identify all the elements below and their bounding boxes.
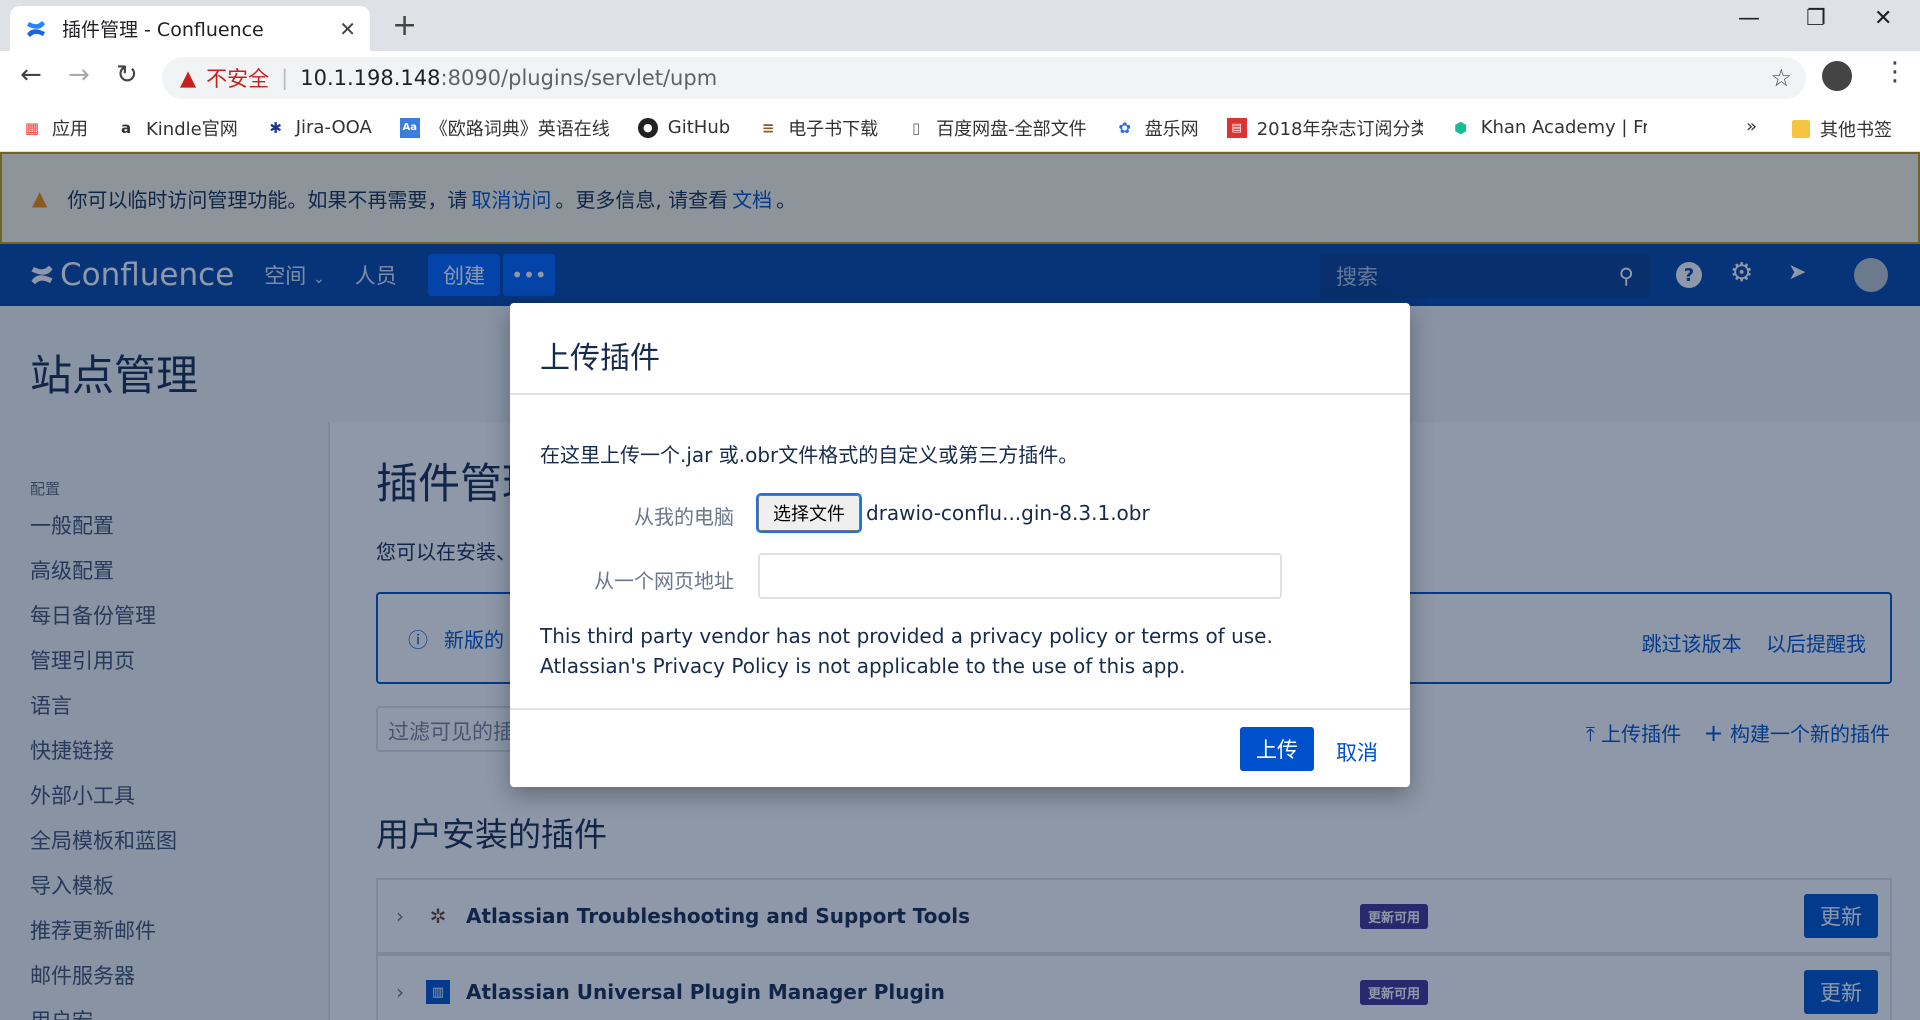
upload-plugin-dialog: 上传插件 在这里上传一个.jar 或.obr文件格式的自定义或第三方插件。 从我…	[510, 303, 1410, 787]
bookmark-kindle[interactable]: a Kindle官网	[116, 115, 238, 141]
bookmark-baidu-pan[interactable]: ▯ 百度网盘-全部文件	[906, 115, 1087, 141]
url-host: 10.1.198.148	[300, 66, 441, 90]
back-icon[interactable]: ←	[20, 60, 42, 90]
bookmarks-more-icon[interactable]: »	[1746, 116, 1757, 137]
browser-tab[interactable]: 插件管理 - Confluence ✕	[10, 6, 370, 51]
forward-icon[interactable]: →	[68, 60, 90, 90]
amazon-icon: a	[120, 118, 132, 137]
menu-dots-icon[interactable]: ⋮	[1882, 57, 1908, 87]
magazine-icon: ▤	[1226, 117, 1247, 138]
star-icon[interactable]: ☆	[1770, 64, 1792, 92]
bookmark-ebooks[interactable]: ≡ 电子书下载	[758, 115, 878, 141]
github-icon: ●	[637, 117, 658, 138]
cloud-icon: ✿	[1118, 118, 1131, 137]
close-tab-icon[interactable]: ✕	[339, 17, 356, 41]
close-window-icon[interactable]: ✕	[1874, 6, 1892, 31]
bookmark-apps[interactable]: ▦ 应用	[22, 115, 88, 141]
book-stack-icon: ≡	[761, 118, 775, 137]
choose-file-button[interactable]: 选择文件	[756, 493, 862, 533]
security-label[interactable]: 不安全	[206, 63, 269, 93]
apps-grid-icon: ▦	[24, 118, 40, 137]
bookmark-github[interactable]: ● GitHub	[637, 117, 730, 138]
cancel-button[interactable]: 取消	[1336, 737, 1378, 767]
url-path: :8090/plugins/servlet/upm	[440, 66, 718, 90]
dialog-title: 上传插件	[540, 341, 660, 376]
restore-icon[interactable]: ❐	[1806, 6, 1826, 31]
warning-triangle-icon: ▲	[180, 66, 197, 90]
folder-icon	[1792, 120, 1810, 138]
bookmark-jira[interactable]: ✱ Jira-OOA	[266, 117, 371, 138]
tab-title: 插件管理 - Confluence	[62, 19, 264, 41]
dialog-divider	[510, 393, 1410, 395]
confluence-favicon-icon	[27, 20, 45, 37]
bookmark-panle[interactable]: ✿ 盘乐网	[1115, 115, 1198, 141]
minimize-icon[interactable]: —	[1738, 6, 1760, 31]
url-input[interactable]	[758, 553, 1282, 599]
selected-file-name: drawio-conflu...gin-8.3.1.obr	[866, 501, 1150, 525]
dialog-footer-divider	[510, 708, 1410, 710]
new-tab-icon[interactable]: +	[392, 8, 417, 43]
privacy-note: This third party vendor has not provided…	[540, 624, 1273, 678]
from-url-label: 从一个网页地址	[594, 569, 734, 593]
from-computer-label: 从我的电脑	[634, 505, 734, 529]
bookmark-khan[interactable]: ⬢Khan Academy | Free	[1451, 117, 1647, 138]
page-icon: ▯	[912, 118, 921, 137]
dictionary-icon: Aa	[399, 117, 420, 138]
jira-icon: ✱	[269, 118, 282, 137]
url-field[interactable]: ▲ 不安全 | 10.1.198.148 :8090/plugins/servl…	[162, 57, 1806, 99]
reload-icon[interactable]: ↻	[116, 60, 138, 90]
url-separator: |	[281, 66, 289, 90]
address-bar-row: ← → ↻ ▲ 不安全 | 10.1.198.148 :8090/plugins…	[0, 51, 1920, 104]
khan-icon: ⬢	[1454, 118, 1468, 137]
other-bookmarks[interactable]: 其他书签	[1792, 116, 1892, 142]
upload-button[interactable]: 上传	[1240, 727, 1314, 771]
bookmarks-bar: ▦ 应用 a Kindle官网 ✱ Jira-OOA Aa 《欧路词典》英语在线 ● Gi…	[0, 104, 1920, 152]
profile-icon[interactable]	[1822, 61, 1852, 91]
dialog-description: 在这里上传一个.jar 或.obr文件格式的自定义或第三方插件。	[540, 443, 1079, 467]
bookmark-eudic[interactable]: Aa 《欧路词典》英语在线	[399, 115, 610, 141]
browser-tab-bar: 插件管理 - Confluence ✕ + — ❐ ✕	[0, 0, 1920, 51]
bookmark-magazines[interactable]: ▤ 2018年杂志订阅分类	[1226, 115, 1423, 141]
